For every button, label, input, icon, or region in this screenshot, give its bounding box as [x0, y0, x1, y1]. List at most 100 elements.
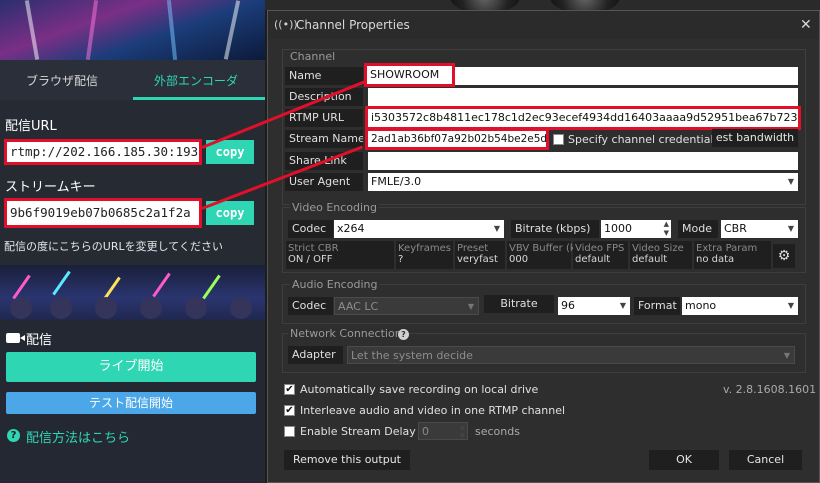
- mode-dropdown[interactable]: CBR ▼: [721, 220, 798, 238]
- user-agent-label: User Agent: [285, 173, 363, 191]
- interleave-label: Interleave audio and video in one RTMP c…: [300, 404, 566, 417]
- format-label: Format: [634, 297, 680, 315]
- gear-icon[interactable]: ⚙: [773, 244, 795, 268]
- vbv-buffer-value: 000: [509, 254, 529, 265]
- stream-delay-value: 0: [422, 425, 429, 438]
- extra-param-header: Extra Param: [696, 243, 758, 254]
- user-agent-dropdown[interactable]: FMLE/3.0 ▼: [368, 173, 798, 191]
- live-start-button[interactable]: ライブ開始: [6, 352, 256, 382]
- auto-save-checkbox[interactable]: ✔: [284, 384, 295, 395]
- keyframes-value: ?: [398, 254, 404, 265]
- mode-label: Mode: [678, 220, 718, 238]
- stream-name-input[interactable]: 2ad1ab36bf07a92b02b54be2e5db8: [365, 128, 549, 150]
- audio-codec-value: AAC LC: [338, 300, 379, 313]
- broadcast-heading: 配信: [26, 333, 53, 348]
- delivery-tabs: ブラウザ配信 外部エンコーダ: [0, 60, 265, 100]
- preset-cell[interactable]: Preset veryfast: [455, 241, 505, 269]
- video-fps-cell[interactable]: Video FPS default: [573, 241, 628, 269]
- adapter-dropdown[interactable]: Let the system decide ▼: [347, 346, 795, 364]
- rtmp-url-input[interactable]: i5303572c8b4811ec178c1d2ec93ecef4934dd16…: [365, 106, 801, 130]
- name-label: Name: [285, 67, 363, 85]
- video-size-cell[interactable]: Video Size default: [630, 241, 692, 269]
- name-input[interactable]: SHOWROOM: [364, 63, 455, 87]
- interleave-checkbox[interactable]: ✔: [284, 405, 295, 416]
- tab-browser-delivery[interactable]: ブラウザ配信: [26, 72, 98, 89]
- video-bitrate-label: Bitrate (kbps): [511, 220, 599, 238]
- dropdown-arrow-icon: ▼: [787, 301, 794, 310]
- close-icon[interactable]: ✕: [800, 17, 812, 33]
- vbv-buffer-header: VBV Buffer (kbit): [509, 243, 593, 254]
- video-bitrate-spinner[interactable]: 1000 ▲ ▼: [601, 220, 671, 238]
- tab-external-encoder[interactable]: 外部エンコーダ: [154, 72, 238, 89]
- video-encoding-title: Video Encoding: [290, 201, 380, 214]
- audio-codec-label: Codec: [288, 297, 333, 315]
- keyframes-cell[interactable]: Keyframes (secs) ?: [396, 241, 484, 269]
- vbv-buffer-cell[interactable]: VBV Buffer (kbit) 000: [507, 241, 593, 269]
- preset-value: veryfast: [457, 254, 498, 265]
- stream-delay-checkbox[interactable]: [284, 426, 295, 437]
- format-value: mono: [685, 299, 717, 312]
- description-input[interactable]: [368, 88, 798, 106]
- spinner-arrows-icon: ▲ ▼: [459, 423, 465, 440]
- extra-param-cell[interactable]: Extra Param no data: [694, 241, 771, 269]
- audio-codec-dropdown[interactable]: AAC LC ▼: [334, 297, 479, 315]
- background-app-strip: [265, 0, 820, 14]
- help-link[interactable]: 配信方法はこちら: [26, 427, 130, 446]
- video-fps-header: Video FPS: [575, 243, 625, 254]
- network-title: Network Connection: [288, 327, 404, 340]
- dropdown-arrow-icon: ▼: [493, 224, 500, 233]
- dropdown-arrow-icon: ▼: [787, 177, 794, 186]
- delivery-url-label: 配信URL: [5, 119, 57, 134]
- video-bitrate-value: 1000: [604, 222, 632, 235]
- specify-credentials-checkbox[interactable]: [553, 134, 564, 145]
- preset-header: Preset: [457, 243, 489, 254]
- cancel-button[interactable]: Cancel: [729, 450, 802, 470]
- delivery-url-field[interactable]: rtmp://202.166.185.30:1935,: [4, 139, 202, 165]
- user-agent-value: FMLE/3.0: [371, 175, 422, 188]
- audio-bitrate-value: 96: [561, 299, 575, 312]
- video-camera-icon: [6, 333, 25, 343]
- crowd-image: [0, 265, 265, 320]
- help-icon[interactable]: ?: [398, 329, 409, 340]
- strict-cbr-cell[interactable]: Strict CBR ON / OFF: [286, 241, 394, 269]
- showroom-panel: ブラウザ配信 外部エンコーダ 配信URL rtmp://202.166.185.…: [0, 0, 265, 483]
- format-dropdown[interactable]: mono ▼: [682, 297, 798, 315]
- video-codec-label: Codec: [288, 220, 333, 238]
- video-codec-dropdown[interactable]: x264 ▼: [334, 220, 504, 238]
- strict-cbr-value: ON / OFF: [288, 254, 333, 265]
- share-link-input[interactable]: [368, 152, 798, 170]
- broadcast-icon: ((•)): [274, 18, 298, 31]
- dropdown-arrow-icon: ▼: [619, 301, 626, 310]
- audio-bitrate-label: Bitrate: [484, 295, 554, 313]
- audio-bitrate-dropdown[interactable]: 96 ▼: [558, 297, 630, 315]
- spinner-arrows-icon: ▲ ▼: [663, 220, 669, 237]
- auto-save-label: Automatically save recording on local dr…: [300, 383, 539, 396]
- channel-properties-dialog: ((•)) Channel Properties ✕ Channel Name …: [267, 10, 820, 483]
- dropdown-arrow-icon: ▼: [467, 302, 474, 311]
- strict-cbr-header: Strict CBR: [288, 243, 339, 254]
- remove-output-button[interactable]: Remove this output: [284, 450, 410, 470]
- video-codec-value: x264: [337, 222, 365, 235]
- dropdown-arrow-icon: ▼: [783, 351, 790, 360]
- stream-key-field[interactable]: 9b6f9019eb07b0685c2a1f2a: [4, 198, 202, 228]
- ok-button[interactable]: OK: [649, 450, 719, 470]
- test-broadcast-button[interactable]: テスト配信開始: [6, 392, 256, 414]
- rtmp-url-label: RTMP URL: [285, 109, 363, 127]
- stream-delay-label: Enable Stream Delay: [300, 425, 416, 438]
- video-fps-value: default: [575, 254, 611, 265]
- dialog-title: Channel Properties: [296, 18, 410, 32]
- adapter-value: Let the system decide: [351, 349, 473, 362]
- stage-banner-image: [0, 0, 265, 61]
- audio-encoding-title: Audio Encoding: [290, 278, 380, 291]
- stream-name-label: Stream Name: [285, 130, 363, 148]
- test-bandwidth-button[interactable]: est bandwidth: [712, 129, 798, 147]
- video-size-header: Video Size: [632, 243, 684, 254]
- adapter-label: Adapter: [288, 346, 343, 364]
- dropdown-arrow-icon: ▼: [787, 224, 794, 233]
- video-size-value: default: [632, 254, 668, 265]
- stream-delay-spinner[interactable]: 0 ▲ ▼: [418, 422, 468, 440]
- channel-group-title: Channel: [290, 50, 336, 63]
- help-icon: ?: [7, 429, 20, 442]
- specify-credentials-label: Specify channel credentials: [568, 133, 720, 146]
- url-change-note: 配信の度にこちらのURLを変更してください: [4, 240, 223, 253]
